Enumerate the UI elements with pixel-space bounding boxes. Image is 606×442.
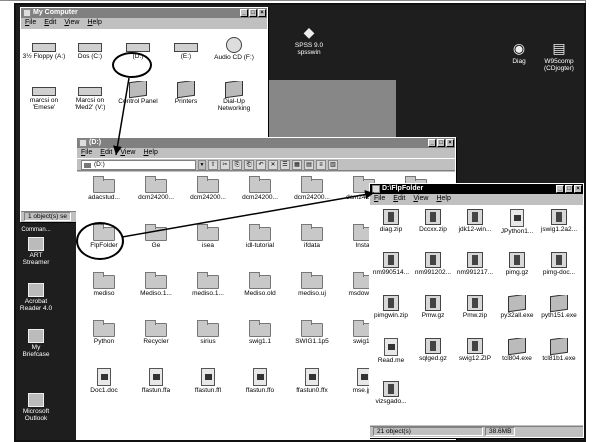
annotation-arrows bbox=[113, 77, 375, 238]
screenshot-page: ◆ SPSS 9.0 spsswin ◉ Diag ▤ W95comp (CDjogt… bbox=[0, 0, 606, 442]
desktop: ◆ SPSS 9.0 spsswin ◉ Diag ▤ W95comp (CDjogt… bbox=[16, 5, 584, 440]
desktop-frame: ◆ SPSS 9.0 spsswin ◉ Diag ▤ W95comp (CDjogt… bbox=[14, 3, 586, 442]
arrow-to-d-window bbox=[113, 77, 130, 156]
arrow-to-flpfolder-window bbox=[121, 190, 375, 238]
top-rule bbox=[0, 0, 585, 1]
